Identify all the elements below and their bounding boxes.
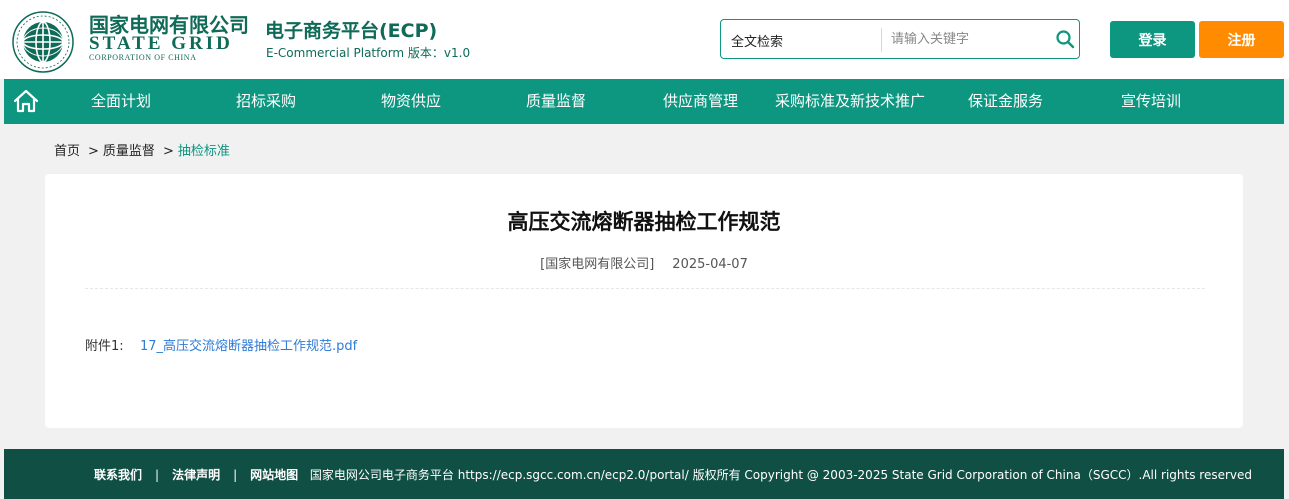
nav-item-supply[interactable]: 物资供应 xyxy=(381,79,441,124)
site-header: 国家电网有限公司 STATE GRID CORPORATION OF CHINA… xyxy=(0,0,1289,79)
main-nav: 全面计划 招标采购 物资供应 质量监督 供应商管理 采购标准及新技术推广 保证金… xyxy=(4,79,1284,124)
footer-separator: | xyxy=(155,468,160,482)
nav-item-bidding[interactable]: 招标采购 xyxy=(236,79,296,124)
breadcrumb-current[interactable]: 抽检标准 xyxy=(178,144,230,159)
footer-links: 联系我们 | 法律声明 | 网站地图 xyxy=(94,466,298,483)
copyright-text: 国家电网公司电子商务平台 https://ecp.sgcc.com.cn/ecp… xyxy=(309,468,1252,482)
home-icon[interactable] xyxy=(12,88,40,114)
platform-subtitle: E-Commercial Platform 版本：v1.0 xyxy=(266,46,471,60)
breadcrumb: 首页 > 质量监督 > 抽检标准 xyxy=(54,140,230,159)
attachment-link[interactable]: 17_高压交流熔断器抽检工作规范.pdf xyxy=(140,335,357,354)
footer-link-sitemap[interactable]: 网站地图 xyxy=(250,468,298,482)
brand-en-name: STATE GRID xyxy=(89,33,233,54)
search-box: 全文检索 xyxy=(720,19,1080,59)
nav-item-training[interactable]: 宣传培训 xyxy=(1121,79,1181,124)
footer-link-legal[interactable]: 法律声明 xyxy=(172,468,220,482)
nav-item-standards[interactable]: 采购标准及新技术推广 xyxy=(775,79,925,124)
divider xyxy=(85,288,1205,289)
article-title: 高压交流熔断器抽检工作规范 xyxy=(507,210,781,234)
attachment-label: 附件1: xyxy=(85,339,124,354)
article-date: 2025-04-07 xyxy=(672,257,748,272)
article-card: 高压交流熔断器抽检工作规范 [国家电网有限公司] 2025-04-07 附件1: … xyxy=(45,174,1243,428)
nav-item-quality[interactable]: 质量监督 xyxy=(526,79,586,124)
brand-en-sub: CORPORATION OF CHINA xyxy=(89,53,197,62)
platform-title: 电子商务平台(ECP) xyxy=(265,20,438,42)
nav-item-deposit[interactable]: 保证金服务 xyxy=(968,79,1043,124)
footer-separator: | xyxy=(233,468,238,482)
breadcrumb-home[interactable]: 首页 xyxy=(54,144,80,159)
breadcrumb-quality[interactable]: 质量监督 xyxy=(103,144,155,159)
search-type-select[interactable]: 全文检索 xyxy=(731,31,783,50)
login-button[interactable]: 登录 xyxy=(1110,21,1195,58)
article-meta: [国家电网有限公司] 2025-04-07 xyxy=(45,253,1243,272)
breadcrumb-separator: > xyxy=(162,144,174,159)
search-divider xyxy=(881,28,882,52)
search-icon[interactable] xyxy=(1055,29,1075,49)
search-input[interactable] xyxy=(891,26,1041,52)
nav-item-supplier[interactable]: 供应商管理 xyxy=(663,79,738,124)
nav-item-plan[interactable]: 全面计划 xyxy=(91,79,151,124)
article-source: [国家电网有限公司] xyxy=(540,257,655,272)
breadcrumb-separator: > xyxy=(88,144,99,159)
footer-link-contact[interactable]: 联系我们 xyxy=(94,468,142,482)
register-button[interactable]: 注册 xyxy=(1199,21,1284,58)
site-footer: 联系我们 | 法律声明 | 网站地图 国家电网公司电子商务平台 https://ecp.… xyxy=(4,449,1284,499)
state-grid-emblem-icon[interactable] xyxy=(12,11,74,73)
